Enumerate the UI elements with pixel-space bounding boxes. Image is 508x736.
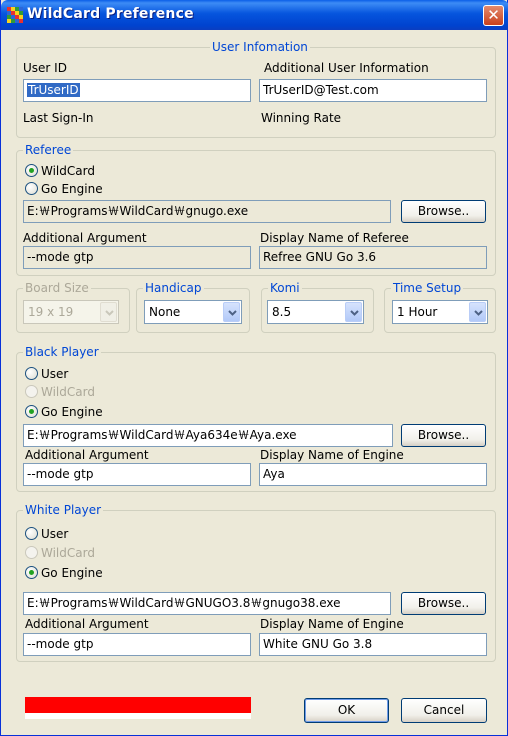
- user-id-value: TrUserID: [27, 83, 80, 97]
- ok-button[interactable]: OK: [304, 698, 389, 723]
- additional-user-info-field[interactable]: TrUserID@Test.com: [259, 79, 487, 102]
- white-go-engine-label[interactable]: Go Engine: [41, 566, 103, 580]
- handicap-select[interactable]: None: [144, 300, 242, 324]
- white-user-label[interactable]: User: [41, 527, 68, 541]
- black-user-radio[interactable]: [25, 367, 38, 380]
- chevron-down-icon: [223, 302, 240, 322]
- last-sign-in-label: Last Sign-In: [23, 111, 94, 125]
- user-info-legend: User Infomation: [210, 40, 310, 54]
- user-id-label: User ID: [23, 61, 67, 75]
- progress-fill: [25, 697, 251, 713]
- komi-legend: Komi: [268, 281, 302, 295]
- white-wildcard-label[interactable]: WildCard: [41, 546, 95, 560]
- referee-browse-button[interactable]: Browse..: [401, 200, 486, 223]
- black-go-engine-label[interactable]: Go Engine: [41, 405, 103, 419]
- window-title: WildCard Preference: [27, 6, 194, 22]
- board-size-select[interactable]: 19 x 19: [23, 300, 119, 324]
- komi-select[interactable]: 8.5: [267, 300, 364, 324]
- referee-go-engine-radio[interactable]: [25, 182, 38, 195]
- winning-rate-label: Winning Rate: [261, 111, 342, 125]
- white-wildcard-radio[interactable]: [25, 546, 38, 559]
- progress-bar: [25, 697, 251, 719]
- time-setup-legend: Time Setup: [391, 281, 464, 295]
- time-setup-value: 1 Hour: [397, 305, 438, 319]
- white-arg-field[interactable]: --mode gtp: [23, 633, 251, 656]
- white-browse-button[interactable]: Browse..: [401, 592, 486, 615]
- board-size-value: 19 x 19: [28, 305, 74, 319]
- referee-display-name-field[interactable]: Refree GNU Go 3.6: [259, 246, 487, 269]
- referee-wildcard-radio[interactable]: [25, 164, 38, 177]
- cancel-button[interactable]: Cancel: [401, 698, 487, 723]
- black-user-label[interactable]: User: [41, 367, 68, 381]
- time-setup-select[interactable]: 1 Hour: [392, 300, 488, 324]
- handicap-value: None: [149, 305, 181, 319]
- referee-path-field[interactable]: E:￦Programs￦WildCard￦gnugo.exe: [23, 200, 391, 223]
- referee-arg-field[interactable]: --mode gtp: [23, 246, 251, 269]
- black-browse-button[interactable]: Browse..: [401, 424, 486, 447]
- white-display-name-label: Display Name of Engine: [260, 617, 404, 631]
- close-button[interactable]: ✕: [483, 5, 504, 26]
- chevron-down-icon: [345, 302, 362, 322]
- referee-go-engine-label[interactable]: Go Engine: [41, 182, 103, 196]
- preference-dialog: WildCard Preference ✕ User Infomation Us…: [0, 0, 508, 736]
- komi-value: 8.5: [272, 305, 292, 319]
- black-wildcard-label[interactable]: WildCard: [41, 385, 95, 399]
- board-size-legend: Board Size: [23, 281, 91, 295]
- black-player-legend: Black Player: [23, 345, 101, 359]
- white-player-legend: White Player: [23, 503, 104, 517]
- white-user-radio[interactable]: [25, 527, 38, 540]
- black-arg-field[interactable]: --mode gtp: [23, 463, 251, 486]
- close-icon: ✕: [487, 6, 500, 24]
- white-path-field[interactable]: E:￦Programs￦WildCard￦GNUGO3.8￦gnugo38.ex…: [23, 592, 391, 615]
- referee-display-name-label: Display Name of Referee: [260, 231, 409, 245]
- black-display-name-label: Display Name of Engine: [260, 448, 404, 462]
- chevron-down-icon: [100, 302, 117, 322]
- app-icon: [7, 7, 23, 23]
- white-display-name-field[interactable]: White GNU Go 3.8: [259, 633, 487, 656]
- user-id-field[interactable]: TrUserID: [23, 79, 251, 102]
- handicap-legend: Handicap: [143, 281, 204, 295]
- chevron-down-icon: [469, 302, 486, 322]
- black-wildcard-radio[interactable]: [25, 385, 38, 398]
- black-arg-label: Additional Argument: [25, 448, 149, 462]
- black-display-name-field[interactable]: Aya: [259, 463, 487, 486]
- additional-user-info-label: Additional User Information: [264, 61, 429, 75]
- title-bar[interactable]: WildCard Preference ✕: [1, 0, 508, 30]
- referee-legend: Referee: [23, 143, 74, 157]
- referee-arg-label: Additional Argument: [23, 231, 147, 245]
- black-path-field[interactable]: E:￦Programs￦WildCard￦Aya634e￦Aya.exe: [23, 424, 393, 447]
- white-go-engine-radio[interactable]: [25, 566, 38, 579]
- black-go-engine-radio[interactable]: [25, 405, 38, 418]
- white-arg-label: Additional Argument: [25, 617, 149, 631]
- referee-wildcard-label[interactable]: WildCard: [41, 164, 95, 178]
